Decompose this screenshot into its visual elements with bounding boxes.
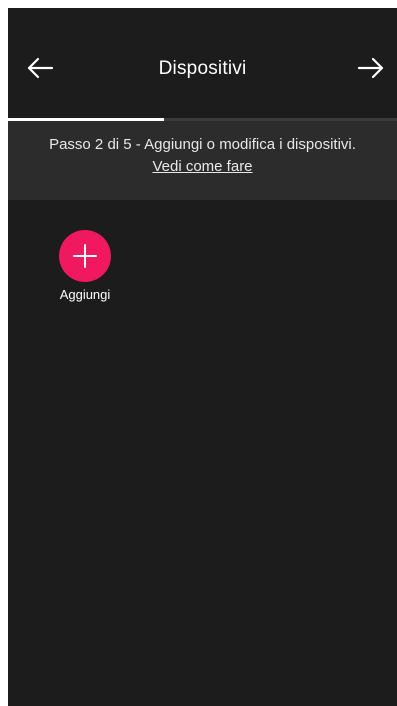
plus-icon xyxy=(73,244,97,268)
add-device-button[interactable]: Aggiungi xyxy=(50,230,120,302)
help-link[interactable]: Vedi come fare xyxy=(152,158,252,175)
add-device-label: Aggiungi xyxy=(59,287,111,302)
app-screen: Dispositivi Passo 2 di 5 - Aggiungi o mo… xyxy=(8,8,397,706)
page-title: Dispositivi xyxy=(158,58,247,79)
info-banner: Passo 2 di 5 - Aggiungi o modifica i dis… xyxy=(8,121,397,200)
help-link-row: Vedi come fare xyxy=(8,158,397,175)
next-button[interactable] xyxy=(353,52,389,84)
add-circle xyxy=(59,230,111,282)
header: Dispositivi xyxy=(8,8,397,118)
step-description: Passo 2 di 5 - Aggiungi o modifica i dis… xyxy=(49,136,356,153)
arrow-right-icon xyxy=(357,57,384,79)
